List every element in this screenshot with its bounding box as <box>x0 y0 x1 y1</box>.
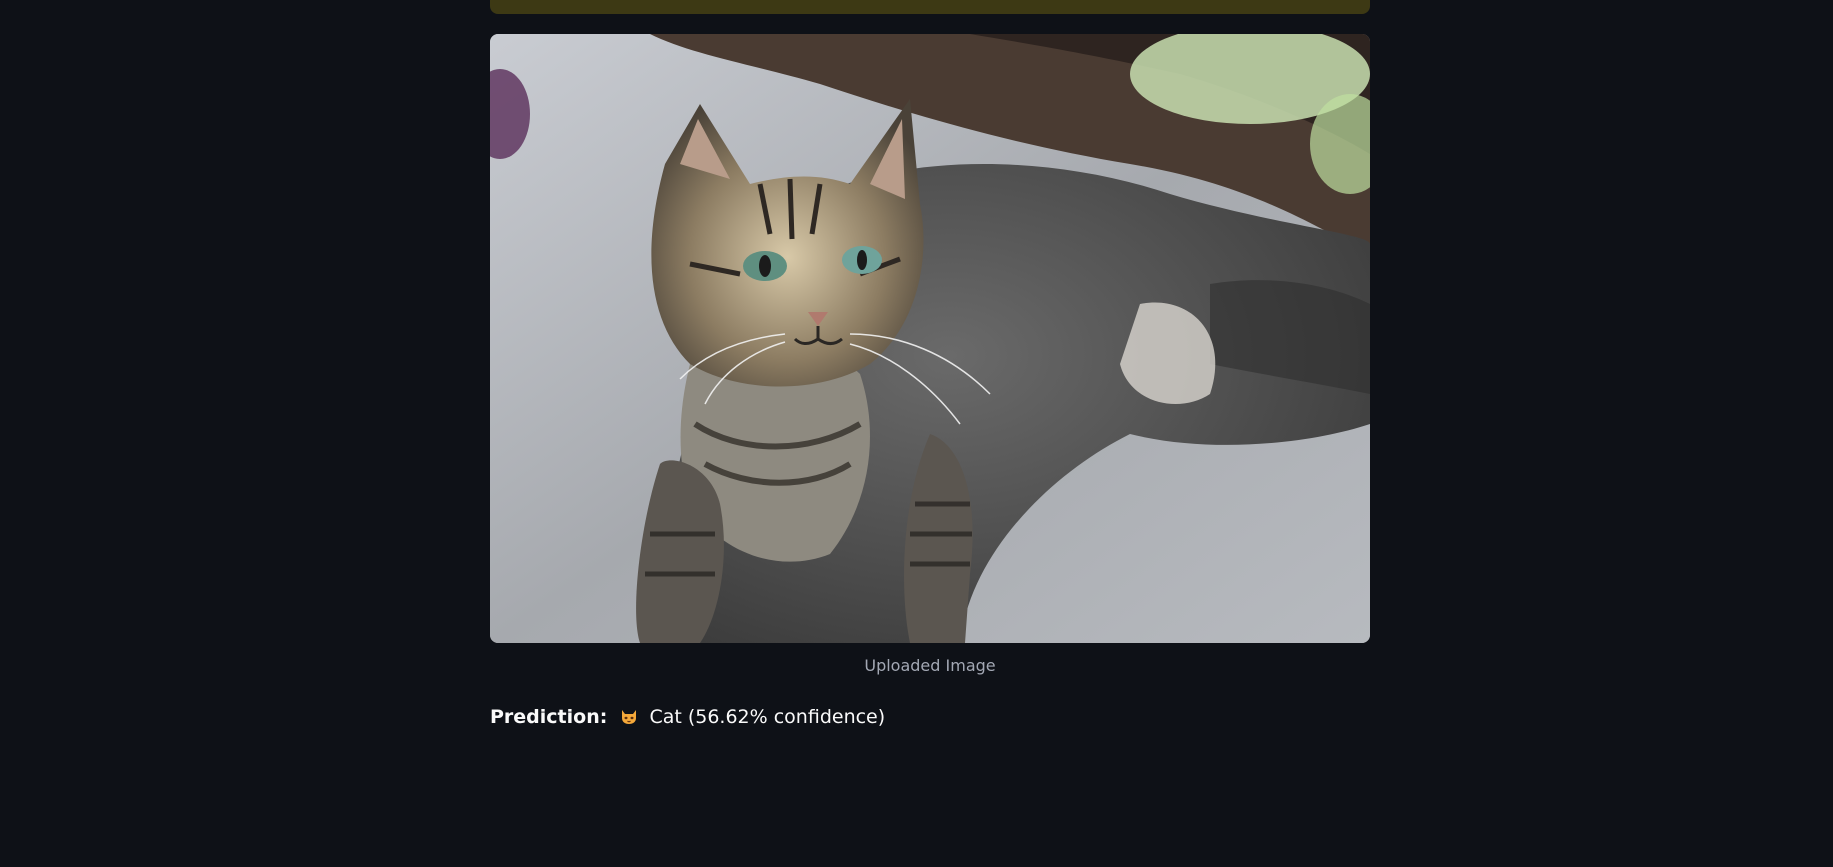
image-caption: Uploaded Image <box>864 656 996 675</box>
cat-face-icon <box>619 706 639 726</box>
prediction-text: Cat (56.62% confidence) <box>649 706 886 728</box>
alert-banner <box>490 0 1370 14</box>
app-page: Uploaded Image Prediction: Cat (56.62% c… <box>0 0 1833 867</box>
uploaded-image <box>490 34 1370 643</box>
prediction-result: Prediction: Cat (56.62% confidence) <box>490 706 885 728</box>
cat-photo <box>490 34 1370 643</box>
prediction-label: Prediction: <box>490 706 608 728</box>
